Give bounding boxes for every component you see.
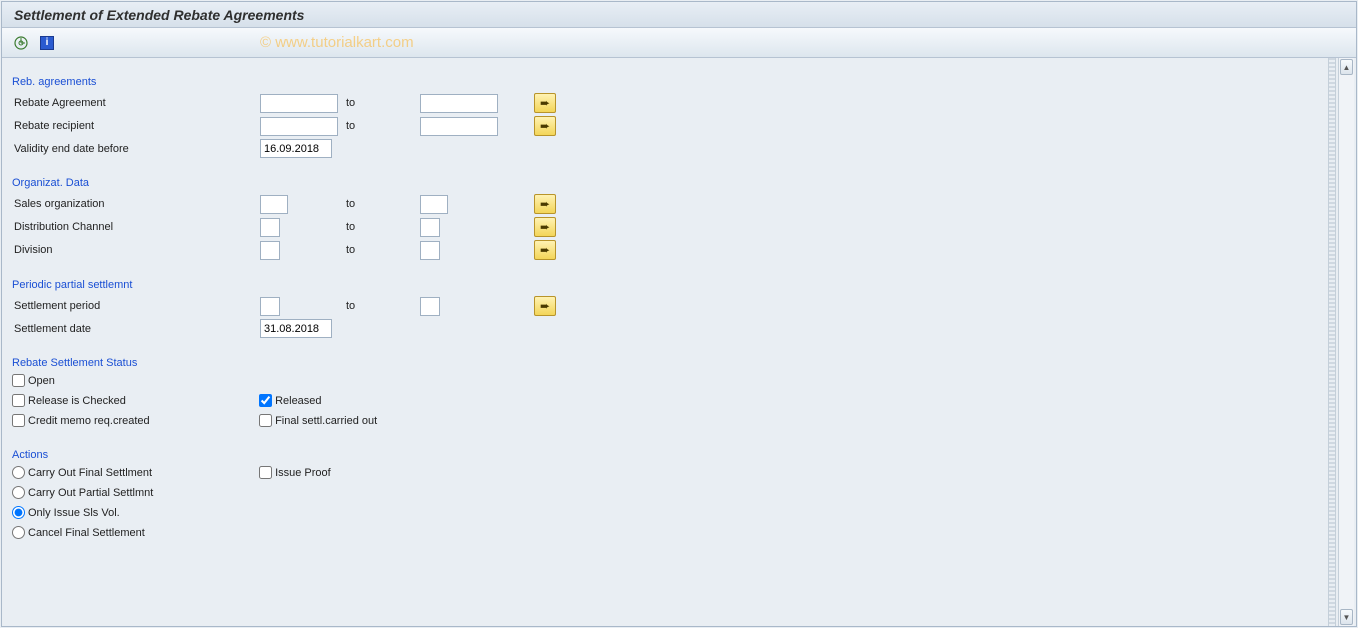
to-label: to bbox=[344, 239, 418, 261]
row-action-partial: Carry Out Partial Settlmnt bbox=[12, 484, 1326, 504]
reb-table: Rebate Agreement to ➨ Rebate recipient t… bbox=[12, 91, 558, 160]
final-settlement-radio[interactable] bbox=[12, 466, 25, 479]
release-checked-text: Release is Checked bbox=[28, 395, 126, 407]
multiple-selection-icon[interactable]: ➨ bbox=[534, 194, 556, 214]
to-label: to bbox=[344, 295, 418, 317]
title-bar: Settlement of Extended Rebate Agreements bbox=[2, 2, 1356, 28]
released-text: Released bbox=[275, 395, 321, 407]
release-checked-label[interactable]: Release is Checked bbox=[12, 394, 126, 407]
partial-settlement-text: Carry Out Partial Settlmnt bbox=[28, 487, 153, 499]
credit-memo-label[interactable]: Credit memo req.created bbox=[12, 414, 150, 427]
final-carried-out-text: Final settl.carried out bbox=[275, 415, 377, 427]
issue-proof-text: Issue Proof bbox=[275, 467, 331, 479]
row-division: Division to ➨ bbox=[12, 239, 558, 261]
watermark: © www.tutorialkart.com bbox=[260, 34, 414, 51]
label-dist-channel: Distribution Channel bbox=[12, 216, 258, 238]
section-actions: Actions bbox=[12, 449, 1326, 461]
app-toolbar: i © www.tutorialkart.com bbox=[2, 28, 1356, 58]
row-rebate-agreement: Rebate Agreement to ➨ bbox=[12, 92, 558, 114]
label-rebate-recipient: Rebate recipient bbox=[12, 115, 258, 137]
final-carried-out-label[interactable]: Final settl.carried out bbox=[259, 414, 377, 427]
org-table: Sales organization to ➨ Distribution Cha… bbox=[12, 192, 558, 262]
label-settlement-period: Settlement period bbox=[12, 295, 258, 317]
section-status: Rebate Settlement Status bbox=[12, 357, 1326, 369]
to-label: to bbox=[344, 193, 418, 215]
row-settlement-date: Settlement date bbox=[12, 318, 558, 339]
sales-org-to-input[interactable] bbox=[420, 195, 448, 214]
only-issue-radio-label[interactable]: Only Issue Sls Vol. bbox=[12, 506, 120, 519]
page-title: Settlement of Extended Rebate Agreements bbox=[14, 7, 304, 23]
row-action-final: Carry Out Final Settlment Issue Proof bbox=[12, 464, 1326, 484]
label-settlement-date: Settlement date bbox=[12, 318, 258, 339]
row-settlement-period: Settlement period to ➨ bbox=[12, 295, 558, 317]
section-periodic-partial: Periodic partial settlemnt bbox=[12, 279, 1326, 291]
open-checkbox[interactable] bbox=[12, 374, 25, 387]
section-reb-agreements: Reb. agreements bbox=[12, 76, 1326, 88]
final-settlement-radio-label[interactable]: Carry Out Final Settlment bbox=[12, 466, 152, 479]
issue-proof-checkbox[interactable] bbox=[259, 466, 272, 479]
label-validity-end-before: Validity end date before bbox=[12, 138, 258, 159]
issue-proof-label[interactable]: Issue Proof bbox=[259, 466, 331, 479]
cancel-final-radio[interactable] bbox=[12, 526, 25, 539]
row-release-released: Release is Checked Released bbox=[12, 392, 1326, 412]
row-sales-org: Sales organization to ➨ bbox=[12, 193, 558, 215]
settlement-period-to-input[interactable] bbox=[420, 297, 440, 316]
row-open: Open bbox=[12, 372, 1326, 392]
division-to-input[interactable] bbox=[420, 241, 440, 260]
cancel-final-radio-label[interactable]: Cancel Final Settlement bbox=[12, 526, 145, 539]
to-label: to bbox=[344, 216, 418, 238]
app-window: Settlement of Extended Rebate Agreements… bbox=[1, 1, 1357, 627]
row-validity-end-before: Validity end date before bbox=[12, 138, 558, 159]
validity-end-before-input[interactable] bbox=[260, 139, 332, 158]
open-text: Open bbox=[28, 375, 55, 387]
execute-icon[interactable] bbox=[10, 33, 32, 53]
form-content: Reb. agreements Rebate Agreement to ➨ Re… bbox=[6, 60, 1332, 624]
released-label[interactable]: Released bbox=[259, 394, 321, 407]
rebate-agreement-from-input[interactable] bbox=[260, 94, 338, 113]
multiple-selection-icon[interactable]: ➨ bbox=[534, 240, 556, 260]
rebate-agreement-to-input[interactable] bbox=[420, 94, 498, 113]
multiple-selection-icon[interactable]: ➨ bbox=[534, 116, 556, 136]
row-action-only-issue: Only Issue Sls Vol. bbox=[12, 504, 1326, 524]
sales-org-from-input[interactable] bbox=[260, 195, 288, 214]
release-checked-checkbox[interactable] bbox=[12, 394, 25, 407]
scrollbar[interactable]: ▲ ▼ bbox=[1338, 58, 1354, 626]
only-issue-radio[interactable] bbox=[12, 506, 25, 519]
settlement-date-input[interactable] bbox=[260, 319, 332, 338]
credit-memo-checkbox[interactable] bbox=[12, 414, 25, 427]
dist-channel-to-input[interactable] bbox=[420, 218, 440, 237]
row-action-cancel: Cancel Final Settlement bbox=[12, 524, 1326, 544]
scroll-up-icon[interactable]: ▲ bbox=[1340, 59, 1353, 75]
multiple-selection-icon[interactable]: ➨ bbox=[534, 217, 556, 237]
to-label: to bbox=[344, 115, 418, 137]
pps-table: Settlement period to ➨ Settlement date bbox=[12, 294, 558, 340]
final-carried-out-checkbox[interactable] bbox=[259, 414, 272, 427]
dist-channel-from-input[interactable] bbox=[260, 218, 280, 237]
multiple-selection-icon[interactable]: ➨ bbox=[534, 296, 556, 316]
row-dist-channel: Distribution Channel to ➨ bbox=[12, 216, 558, 238]
rebate-recipient-to-input[interactable] bbox=[420, 117, 498, 136]
label-division: Division bbox=[12, 239, 258, 261]
row-rebate-recipient: Rebate recipient to ➨ bbox=[12, 115, 558, 137]
partial-settlement-radio-label[interactable]: Carry Out Partial Settlmnt bbox=[12, 486, 153, 499]
rebate-recipient-from-input[interactable] bbox=[260, 117, 338, 136]
label-sales-org: Sales organization bbox=[12, 193, 258, 215]
scroll-down-icon[interactable]: ▼ bbox=[1340, 609, 1353, 625]
released-checkbox[interactable] bbox=[259, 394, 272, 407]
label-rebate-agreement: Rebate Agreement bbox=[12, 92, 258, 114]
settlement-period-from-input[interactable] bbox=[260, 297, 280, 316]
open-checkbox-label[interactable]: Open bbox=[12, 374, 55, 387]
credit-memo-text: Credit memo req.created bbox=[28, 415, 150, 427]
only-issue-text: Only Issue Sls Vol. bbox=[28, 507, 120, 519]
info-icon[interactable]: i bbox=[36, 33, 58, 53]
cancel-final-text: Cancel Final Settlement bbox=[28, 527, 145, 539]
final-settlement-text: Carry Out Final Settlment bbox=[28, 467, 152, 479]
multiple-selection-icon[interactable]: ➨ bbox=[534, 93, 556, 113]
to-label: to bbox=[344, 92, 418, 114]
section-org-data: Organizat. Data bbox=[12, 177, 1326, 189]
row-credit-final: Credit memo req.created Final settl.carr… bbox=[12, 412, 1326, 432]
partial-settlement-radio[interactable] bbox=[12, 486, 25, 499]
division-from-input[interactable] bbox=[260, 241, 280, 260]
